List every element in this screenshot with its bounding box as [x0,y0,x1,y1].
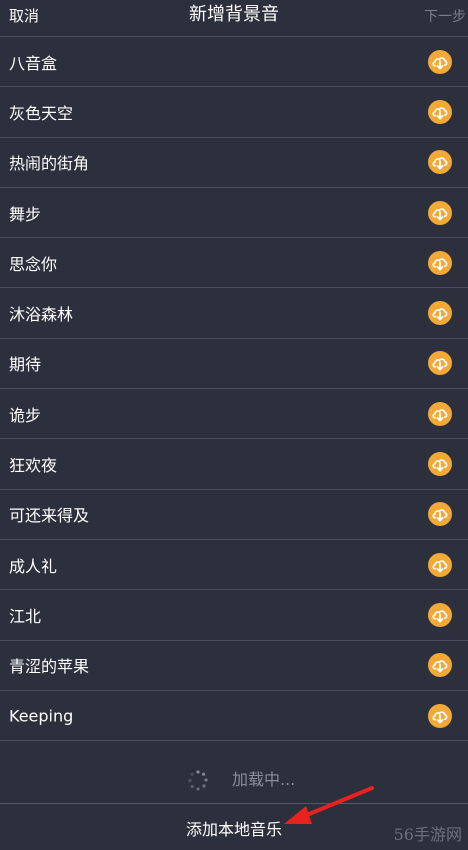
download-icon[interactable] [428,653,452,678]
download-icon[interactable] [428,99,452,124]
download-icon[interactable] [428,703,452,728]
track-name: 江北 [9,606,42,626]
track-name: 成人礼 [9,556,58,576]
download-icon[interactable] [428,200,452,225]
list-item[interactable]: 可还来得及 [0,490,468,540]
watermark: 56手游网 [393,825,462,844]
list-item[interactable]: 江北 [0,590,468,641]
download-icon[interactable] [428,301,452,326]
top-bar: 取消 新增背景音 下一步 [0,0,468,37]
list-item[interactable]: 舞步 [0,188,468,239]
bottom-bar: 添加本地音乐 56手游网 [0,803,468,850]
list-item[interactable]: 青涩的苹果 [0,641,468,691]
download-icon[interactable] [428,401,452,426]
list-item[interactable]: 成人礼 [0,540,468,591]
download-icon[interactable] [428,250,452,275]
download-icon[interactable] [428,351,452,376]
download-icon[interactable] [428,150,452,175]
track-name: Keeping [9,706,74,725]
download-icon[interactable] [428,552,452,577]
track-name: 沐浴森林 [9,305,74,325]
page-title: 新增背景音 [189,4,279,25]
next-step-button[interactable]: 下一步 [424,7,466,27]
list-item[interactable]: 八音盒 [0,37,468,88]
track-name: 诡步 [9,405,42,425]
list-item[interactable]: 诡步 [0,389,468,440]
track-name: 期待 [9,355,42,375]
download-icon[interactable] [428,49,452,74]
download-icon[interactable] [428,452,452,477]
list-item[interactable]: 思念你 [0,238,468,289]
track-name: 思念你 [9,254,58,274]
track-name: 可还来得及 [9,506,90,526]
spinner-icon [188,770,208,791]
track-name: 狂欢夜 [9,456,58,476]
list-item[interactable]: 热闹的街角 [0,138,468,188]
track-name: 八音盒 [9,53,58,73]
list-item[interactable]: 灰色天空 [0,87,468,138]
list-item[interactable]: 沐浴森林 [0,288,468,339]
track-list: 八音盒 灰色天空 热闹的街角 舞步 思念你 沐浴森林 期待 诡步 狂欢夜 可还来… [0,37,468,742]
list-item[interactable]: 狂欢夜 [0,439,468,490]
list-item[interactable]: Keeping [0,691,468,742]
track-name: 舞步 [9,204,42,224]
track-name: 热闹的街角 [9,154,90,174]
download-icon[interactable] [428,602,452,627]
red-arrow-annotation [284,786,374,824]
download-icon[interactable] [428,502,452,527]
track-name: 灰色天空 [9,103,74,123]
track-name: 青涩的苹果 [9,657,90,677]
loading-indicator: 加载中... [0,757,468,803]
list-item[interactable]: 期待 [0,339,468,390]
